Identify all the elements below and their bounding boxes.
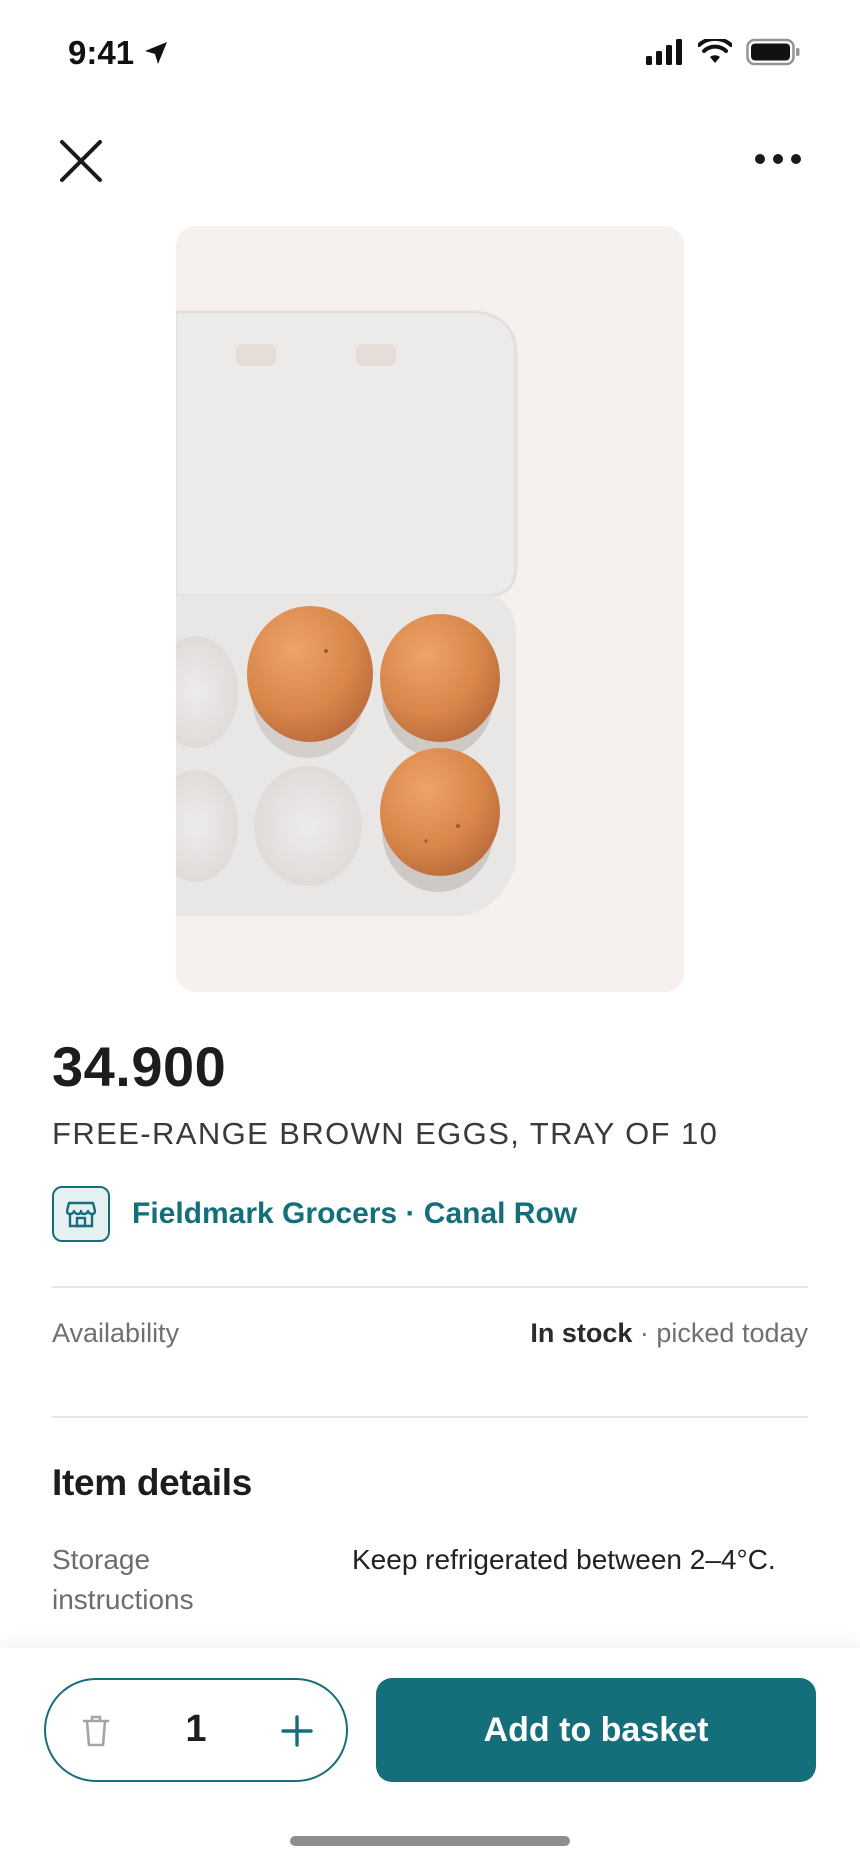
increase-quantity-button[interactable]	[280, 1714, 314, 1748]
cellular-signal-icon	[646, 39, 684, 70]
home-indicator	[290, 1836, 570, 1846]
divider	[52, 1416, 808, 1418]
close-icon	[60, 140, 102, 182]
quantity-stepper: 1	[44, 1678, 348, 1782]
item-details-heading: Item details	[52, 1462, 252, 1503]
detail-key: Storage instructions	[52, 1544, 194, 1615]
divider	[52, 1286, 808, 1288]
status-bar: 9:41	[0, 0, 860, 108]
location-arrow-icon	[143, 40, 169, 71]
availability-label: Availability	[52, 1318, 180, 1348]
bottom-action-bar: 1 Add to basket	[0, 1648, 860, 1864]
product-image	[176, 226, 684, 992]
plus-icon	[281, 1715, 313, 1747]
add-to-basket-button[interactable]: Add to basket	[376, 1678, 816, 1782]
availability-note: · picked today	[632, 1318, 808, 1348]
battery-icon	[746, 38, 800, 71]
status-time: 9:41	[68, 34, 135, 71]
more-horizontal-icon	[755, 154, 801, 164]
availability-value: In stock · picked today	[530, 1318, 808, 1349]
close-button[interactable]	[58, 138, 104, 184]
more-options-button[interactable]	[754, 148, 802, 170]
availability-status: In stock	[530, 1318, 633, 1348]
status-indicators	[646, 36, 800, 71]
price: 34.900	[52, 1035, 227, 1098]
detail-value: Keep refrigerated between 2–4°C.	[352, 1544, 776, 1575]
store-name: Fieldmark Grocers · Canal Row	[132, 1197, 578, 1230]
storefront-icon	[52, 1186, 110, 1242]
product-title: FREE-RANGE BROWN EGGS, TRAY OF 10	[52, 1116, 719, 1151]
wifi-icon	[697, 36, 733, 70]
store-link[interactable]: Fieldmark Grocers · Canal Row	[52, 1186, 577, 1242]
